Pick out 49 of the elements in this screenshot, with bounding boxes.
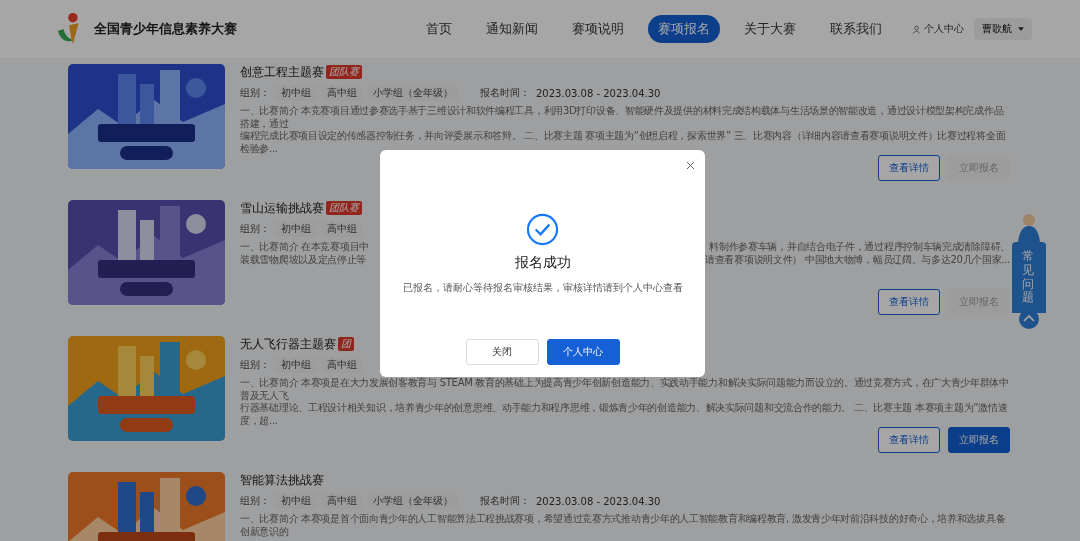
details-button[interactable]: 查看详情: [878, 427, 940, 453]
time-range: 2023.03.08 - 2023.04.30: [536, 87, 661, 99]
nav-tab[interactable]: 联系我们: [820, 15, 892, 43]
nav-tab[interactable]: 关于大赛: [734, 15, 806, 43]
team-badge: 团队赛: [326, 201, 362, 215]
team-badge: 团: [338, 337, 354, 351]
user-center-link[interactable]: 个人中心: [912, 22, 964, 36]
group-label: 组别：: [240, 86, 270, 100]
dialog-title: 报名成功: [514, 254, 571, 272]
details-button[interactable]: 查看详情: [878, 155, 940, 181]
group-tag: 小学组（全年级）: [368, 85, 458, 101]
group-label: 组别：: [240, 222, 270, 236]
contest-title: 智能算法挑战赛: [240, 471, 324, 489]
group-tag: 初中组: [276, 221, 316, 237]
check-circle-icon: [526, 213, 559, 246]
group-tag: 小学组（全年级）: [368, 493, 458, 509]
time-label: 报名时间：: [480, 494, 530, 508]
description-text: 装载雪物爬坡以及定点停止等: [240, 253, 367, 266]
contest-title: 雪山运输挑战赛: [240, 199, 324, 217]
close-button[interactable]: 关闭: [465, 339, 539, 365]
nav-tab[interactable]: 赛项报名: [648, 15, 720, 43]
team-badge: 团队赛: [326, 65, 362, 79]
details-button[interactable]: 查看详情: [878, 289, 940, 315]
user-icon: [912, 24, 921, 34]
close-icon[interactable]: [686, 161, 695, 170]
group-tag: 初中组: [276, 357, 316, 373]
description-text: 料制作参赛车辆，并自结合电子件，通过程序控制车辆完成清除障碍、: [709, 241, 1010, 254]
dialog-message: 已报名，请耐心等待报名审核结果，审核详情请到个人中心查看: [402, 281, 683, 295]
description-text: 请查看赛项说明文件） 中国地大物博，幅员辽阔。与多达20几个国家...: [705, 253, 1010, 266]
group-label: 组别：: [240, 358, 270, 372]
group-label: 组别：: [240, 494, 270, 508]
nav-tab[interactable]: 赛项说明: [562, 15, 634, 43]
contest-title: 创意工程主题赛: [240, 63, 324, 81]
site-title: 全国青少年信息素养大赛: [94, 20, 237, 38]
group-tag: 高中组: [322, 493, 362, 509]
group-tag: 高中组: [322, 85, 362, 101]
time-range: 2023.03.08 - 2023.04.30: [536, 495, 661, 507]
group-tag: 高中组: [322, 221, 362, 237]
register-button[interactable]: 立即报名: [948, 427, 1010, 453]
user-dropdown[interactable]: 曹歌航: [974, 18, 1032, 40]
group-tag: 初中组: [276, 85, 316, 101]
caret-icon: [1018, 26, 1024, 32]
personal-center-button[interactable]: 个人中心: [546, 339, 620, 365]
time-label: 报名时间：: [480, 86, 530, 100]
nav-tab[interactable]: 首页: [416, 15, 462, 43]
group-tag: 高中组: [322, 357, 362, 373]
group-tag: 初中组: [276, 493, 316, 509]
contest-title: 无人飞行器主题赛: [240, 335, 336, 353]
nav-tab[interactable]: 通知新闻: [476, 15, 548, 43]
